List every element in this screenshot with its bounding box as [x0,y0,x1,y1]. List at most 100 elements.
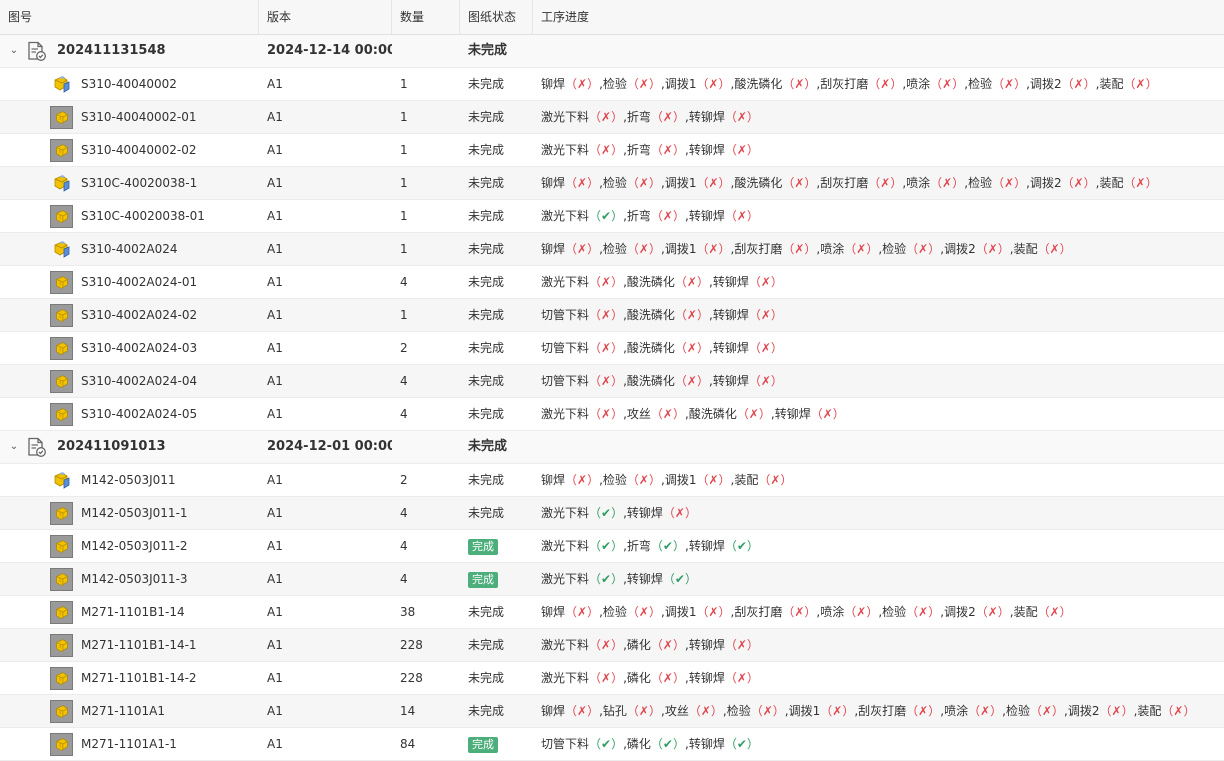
quantity-cell [392,431,460,463]
cross-icon: （✗） [674,275,709,289]
status-cell: 完成 [460,530,533,562]
cross-icon: （✗） [696,605,731,619]
part-icon [50,403,73,426]
table-row[interactable]: S310-4002A024-03 A1 2 未完成 切管下料（✗）,酸洗磷化（✗）,转铆… [0,332,1224,365]
grid-header: 图号 版本 数量 图纸状态 工序进度 [0,0,1224,35]
document-check-icon [26,41,46,61]
status-text: 未完成 [468,605,505,619]
process-step-name: 磷化 [626,638,651,652]
table-row[interactable]: S310-4002A024-01 A1 4 未完成 激光下料（✗）,酸洗磷化（✗）,转铆… [0,266,1224,299]
table-row[interactable]: M142-0503J011-1 A1 4 未完成 激光下料（✔）,转铆焊（✗） [0,497,1224,530]
part-number: M142-0503J011-1 [81,506,188,520]
table-row[interactable]: M271-1101A1 A1 14 未完成 铆焊（✗）,钻孔（✗）,攻丝（✗）,检验（✗… [0,695,1224,728]
process-progress-cell: 铆焊（✗）,检验（✗）,调拨1（✗）,刮灰打磨（✗）,喷涂（✗）,检验（✗）,调… [533,233,1224,265]
column-header-drawing-status[interactable]: 图纸状态 [460,0,533,34]
process-step-name: 装配 [1137,704,1162,718]
cross-icon: （✗） [930,77,965,91]
cross-icon: （✗） [589,407,624,421]
cross-icon: （✗） [1037,242,1072,256]
version-cell: A1 [267,572,283,586]
cross-icon: （✗） [844,242,879,256]
process-step-name: 磷化 [626,671,651,685]
cross-icon: （✗） [674,341,709,355]
version-cell: A1 [267,638,283,652]
quantity-cell: 1 [400,77,408,91]
table-row[interactable]: S310C-40020038-1 A1 1 未完成 铆焊（✗）,检验（✗）,调拨1（✗）… [0,167,1224,200]
process-step-name: 装配 [1013,242,1038,256]
process-step-name: 铆焊 [541,605,566,619]
part-number: S310-40040002-02 [81,143,197,157]
group-row[interactable]: ⌄ 202411091013 2024-12-01 00:00 未完成 [0,431,1224,464]
quantity-cell: 4 [400,539,408,553]
status-cell: 未完成 [460,200,533,232]
part-number: S310-4002A024 [81,242,178,256]
process-step-name: 铆焊 [541,473,566,487]
process-step-name: 调拨2 [1029,176,1062,190]
drawing-no-cell: S310-4002A024-01 [0,266,259,298]
part-number: S310-40040002 [81,77,177,91]
chevron-down-icon[interactable]: ⌄ [8,431,20,463]
drawing-no-cell: M271-1101A1 [0,695,259,727]
table-row[interactable]: M142-0503J011-2 A1 4 完成 激光下料（✔）,折弯（✔）,转铆焊（✔） [0,530,1224,563]
process-step-name: 钻孔 [602,704,627,718]
process-step-name: 喷涂 [944,704,969,718]
table-row[interactable]: S310-40040002-01 A1 1 未完成 激光下料（✗）,折弯（✗）,转铆焊（… [0,101,1224,134]
table-row[interactable]: S310-40040002 A1 1 未完成 铆焊（✗）,检验（✗）,调拨1（✗）,酸洗… [0,68,1224,101]
table-row[interactable]: S310-4002A024-02 A1 1 未完成 切管下料（✗）,酸洗磷化（✗）,转铆… [0,299,1224,332]
cross-icon: （✗） [650,407,685,421]
cross-icon: （✗） [1161,704,1196,718]
part-number: S310C-40020038-1 [81,176,198,190]
drawing-no-cell: M271-1101B1-14-1 [0,629,259,661]
table-row[interactable]: S310C-40020038-01 A1 1 未完成 激光下料（✔）,折弯（✗）,转铆焊… [0,200,1224,233]
column-header-version[interactable]: 版本 [259,0,392,34]
quantity-cell: 228 [400,671,423,685]
cross-icon: （✗） [626,176,661,190]
process-step-name: 检验 [882,605,907,619]
group-row[interactable]: ⌄ 202411131548 2024-12-14 00:00 未完成 [0,35,1224,68]
cross-icon: （✗） [626,704,661,718]
version-cell: A1 [267,407,283,421]
quantity-cell [392,35,460,67]
cross-icon: （✗） [626,242,661,256]
table-row[interactable]: M142-0503J011 A1 2 未完成 铆焊（✗）,检验（✗）,调拨1（✗）,装配… [0,464,1224,497]
table-row[interactable]: M271-1101B1-14-1 A1 228 未完成 激光下料（✗）,磷化（✗）,转铆… [0,629,1224,662]
table-row[interactable]: M271-1101B1-14 A1 38 未完成 铆焊（✗）,检验（✗）,调拨1（✗）,… [0,596,1224,629]
status-text: 未完成 [468,176,505,190]
process-step-name: 酸洗磷化 [734,77,783,91]
quantity-cell: 1 [400,110,408,124]
cross-icon: （✗） [782,176,817,190]
cross-icon: （✗） [565,605,600,619]
table-row[interactable]: M271-1101A1-1 A1 84 完成 切管下料（✔）,磷化（✔）,转铆焊（✔） [0,728,1224,761]
column-header-process-progress[interactable]: 工序进度 [533,0,1224,34]
part-icon [50,106,73,129]
status-cell: 未完成 [460,167,533,199]
process-step-name: 检验 [968,176,993,190]
table-row[interactable]: S310-4002A024-05 A1 4 未完成 激光下料（✗）,攻丝（✗）,酸洗磷化… [0,398,1224,431]
part-icon [50,205,73,228]
table-row[interactable]: S310-4002A024-04 A1 4 未完成 切管下料（✗）,酸洗磷化（✗）,转铆… [0,365,1224,398]
chevron-down-icon[interactable]: ⌄ [8,35,20,67]
part-number: S310-40040002-01 [81,110,197,124]
cross-icon: （✗） [736,407,771,421]
table-row[interactable]: S310-40040002-02 A1 1 未完成 激光下料（✗）,折弯（✗）,转铆焊（… [0,134,1224,167]
process-step-name: 磷化 [626,737,651,751]
column-header-quantity[interactable]: 数量 [392,0,460,34]
process-step-name: 酸洗磷化 [626,308,675,322]
part-icon [50,733,73,756]
part-icon [50,304,73,327]
status-cell: 未完成 [460,266,533,298]
column-header-drawing-no[interactable]: 图号 [0,0,259,34]
cross-icon: （✗） [810,407,845,421]
status-text: 未完成 [468,407,505,421]
cross-icon: （✗） [906,242,941,256]
cross-icon: （✗） [930,176,965,190]
table-row[interactable]: M271-1101B1-14-2 A1 228 未完成 激光下料（✗）,磷化（✗）,转铆… [0,662,1224,695]
table-row[interactable]: S310-4002A024 A1 1 未完成 铆焊（✗）,检验（✗）,调拨1（✗）,刮灰… [0,233,1224,266]
process-step-name: 转铆焊 [774,407,811,421]
quantity-cell: 4 [400,407,408,421]
cross-icon: （✗） [626,77,661,91]
grid: 图号 版本 数量 图纸状态 工序进度 ⌄ 202411131548 2024-12-… [0,0,1224,761]
part-number: M142-0503J011-2 [81,539,188,553]
version-cell: A1 [267,671,283,685]
table-row[interactable]: M142-0503J011-3 A1 4 完成 激光下料（✔）,转铆焊（✔） [0,563,1224,596]
